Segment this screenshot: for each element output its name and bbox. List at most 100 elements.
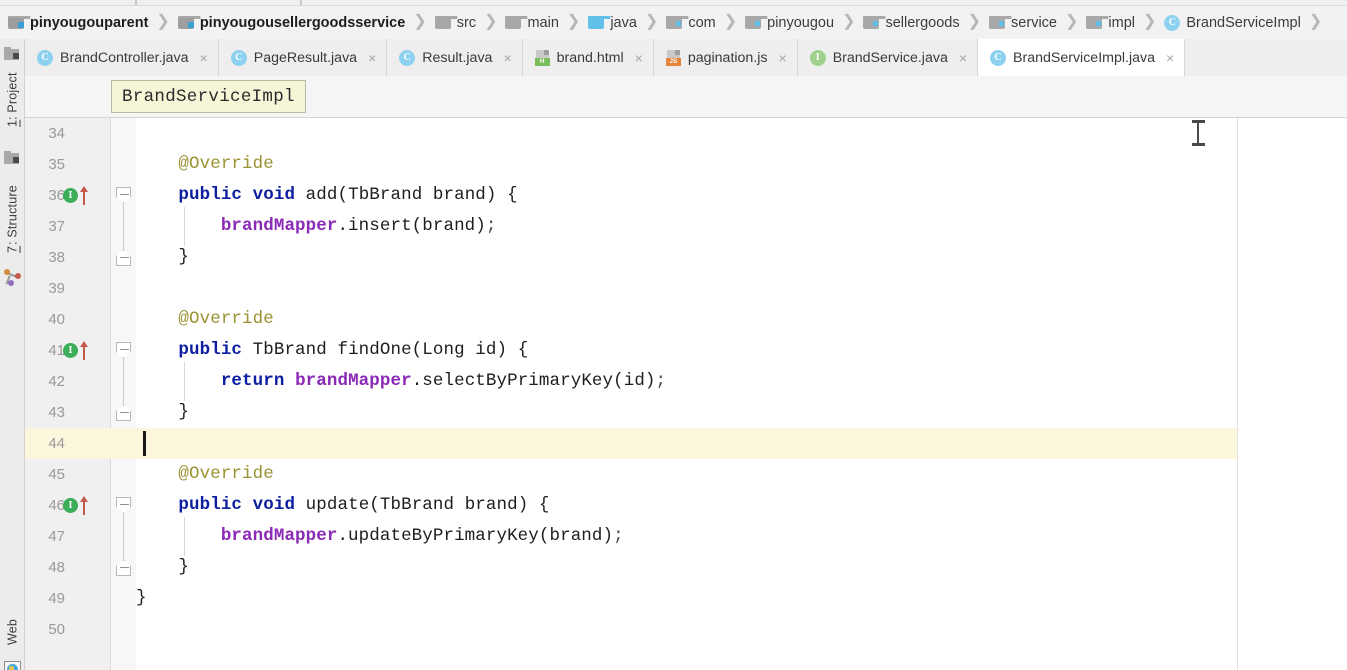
gutter-row[interactable]: 38 <box>25 242 111 273</box>
code-line[interactable]: } <box>136 583 1347 614</box>
breadcrumb-item-main[interactable]: main <box>503 6 560 39</box>
sticky-class-chip[interactable]: BrandServiceImpl <box>111 80 306 113</box>
fold-column[interactable] <box>111 118 136 670</box>
code-line[interactable]: @Override <box>136 149 1347 180</box>
code-line[interactable] <box>136 118 1347 149</box>
scroll-gutter[interactable] <box>1238 118 1347 670</box>
fold-marker-end-icon[interactable] <box>116 405 131 421</box>
gutter-row[interactable]: 50 <box>25 614 111 645</box>
implementing-method-marker-icon[interactable]: I <box>63 341 97 360</box>
close-icon[interactable]: × <box>503 50 511 66</box>
fold-region-line <box>123 358 124 405</box>
sidebar-item-structure[interactable]: 7: Structure <box>0 171 25 267</box>
gutter-row[interactable]: 34 <box>25 118 111 149</box>
editor-tab-label: BrandServiceImpl.java <box>1013 49 1155 66</box>
editor-tab-brandservice-java[interactable]: I BrandService.java × <box>797 39 979 76</box>
code-token-kw: void <box>252 185 296 205</box>
code-line[interactable]: public TbBrand findOne(Long id) { <box>136 335 1347 366</box>
breadcrumb-item-service[interactable]: service <box>987 6 1059 39</box>
java-class-icon: C <box>1164 14 1181 31</box>
breadcrumb-separator-icon: ❯ <box>644 12 659 30</box>
code-line[interactable]: } <box>136 552 1347 583</box>
code-token-plain: .insert(brand) <box>337 216 486 236</box>
fold-marker-end-icon[interactable] <box>116 560 131 576</box>
breadcrumb-separator-icon: ❯ <box>1308 12 1323 30</box>
toolbar-divider-1 <box>135 0 137 5</box>
close-icon[interactable]: × <box>368 50 376 66</box>
close-icon[interactable]: × <box>200 50 208 66</box>
code-token-plain: .selectByPrimaryKey(id) <box>411 371 656 391</box>
code-line[interactable]: } <box>136 397 1347 428</box>
code-line[interactable]: } <box>136 242 1347 273</box>
code-token-anno: @Override <box>178 464 274 484</box>
gutter-row[interactable]: 48 <box>25 552 111 583</box>
editor-tab-pageresult-java[interactable]: C PageResult.java × <box>218 39 388 76</box>
editor-tab-result-java[interactable]: C Result.java × <box>387 39 523 76</box>
sidebar-item-project-label: 1 <box>5 120 20 128</box>
editor-tab-pagination-js[interactable]: JS pagination.js × <box>653 39 798 76</box>
html-file-icon: H <box>534 49 550 66</box>
code-line[interactable]: @Override <box>136 304 1347 335</box>
code-line[interactable]: brandMapper.updateByPrimaryKey(brand); <box>136 521 1347 552</box>
code-token-plain: } <box>136 557 190 577</box>
fold-marker-collapse-icon[interactable] <box>116 342 131 358</box>
indent-guide <box>184 362 186 401</box>
code-text-area[interactable]: @Override public void add(TbBrand brand)… <box>136 118 1347 670</box>
breadcrumb-item-pinyougouparent[interactable]: pinyougouparent <box>6 6 150 39</box>
close-icon[interactable]: × <box>1166 50 1174 66</box>
code-line[interactable]: return brandMapper.selectByPrimaryKey(id… <box>136 366 1347 397</box>
gutter-row[interactable]: 44 <box>25 428 111 459</box>
gutter-row[interactable]: 42 <box>25 366 111 397</box>
close-icon[interactable]: × <box>779 50 787 66</box>
code-line[interactable]: public void update(TbBrand brand) { <box>136 490 1347 521</box>
gutter-row[interactable]: 46 I <box>25 490 111 521</box>
breadcrumb-separator-icon: ❯ <box>842 12 856 30</box>
fold-marker-collapse-icon[interactable] <box>116 497 131 513</box>
editor-tab-brand-html[interactable]: Hbrand.html × <box>522 39 654 76</box>
breadcrumb-item-sellergoods[interactable]: sellergoods <box>861 6 961 39</box>
gutter-row[interactable]: 43 <box>25 397 111 428</box>
gutter-row[interactable]: 40 <box>25 304 111 335</box>
breadcrumb-item-src[interactable]: src <box>433 6 478 39</box>
implementing-method-marker-icon[interactable]: I <box>63 496 97 515</box>
editor-gutter[interactable]: 34 35 36 I 37 38 39 40 41 I 42 43 44 45 46 I 47 48 49 50 <box>25 118 136 670</box>
line-number: 49 <box>48 590 65 607</box>
gutter-row[interactable]: 45 <box>25 459 111 490</box>
fold-marker-collapse-icon[interactable] <box>116 187 131 203</box>
gutter-row[interactable]: 49 <box>25 583 111 614</box>
breadcrumb-item-pinyougousellergoodsservice[interactable]: pinyougousellergoodsservice <box>176 6 407 39</box>
breadcrumb-item-pinyougou[interactable]: pinyougou <box>743 6 836 39</box>
code-line[interactable]: @Override <box>136 459 1347 490</box>
gutter-row[interactable]: 35 <box>25 149 111 180</box>
sidebar-item-project[interactable]: 1: Project <box>0 61 25 139</box>
gutter-row[interactable]: 41 I <box>25 335 111 366</box>
code-line[interactable]: public void add(TbBrand brand) { <box>136 180 1347 211</box>
close-icon[interactable]: × <box>959 50 967 66</box>
code-line[interactable]: brandMapper.insert(brand); <box>136 211 1347 242</box>
gutter-row[interactable]: 47 <box>25 521 111 552</box>
sidebar-item-web[interactable]: Web <box>0 609 25 655</box>
close-icon[interactable]: × <box>635 50 643 66</box>
sidebar-item-web-label: Web <box>5 618 20 646</box>
breadcrumb-item-impl[interactable]: impl <box>1084 6 1137 39</box>
gutter-row[interactable]: 37 <box>25 211 111 242</box>
gutter-row[interactable]: 39 <box>25 273 111 304</box>
breadcrumb-item-brandserviceimpl[interactable]: C BrandServiceImpl <box>1162 6 1302 39</box>
code-line[interactable] <box>136 273 1347 304</box>
editor-tab-brandcontroller-java[interactable]: C BrandController.java × <box>25 39 219 76</box>
implementing-method-marker-icon[interactable]: I <box>63 186 97 205</box>
code-line[interactable] <box>136 614 1347 645</box>
code-editor[interactable]: BrandServiceImpl 34 35 36 I 37 38 39 40 41 I 42 43 4… <box>25 76 1347 670</box>
fold-marker-end-icon[interactable] <box>116 250 131 266</box>
java-class-icon: C <box>399 49 416 66</box>
code-line[interactable] <box>136 428 1347 459</box>
breadcrumb-item-com[interactable]: com <box>664 6 717 39</box>
breadcrumb-item-java[interactable]: java <box>586 6 639 39</box>
gutter-row[interactable]: 36 I <box>25 180 111 211</box>
code-token-field: brandMapper <box>220 526 338 546</box>
editor-tab-brandserviceimpl-java[interactable]: C BrandServiceImpl.java × <box>978 39 1186 76</box>
